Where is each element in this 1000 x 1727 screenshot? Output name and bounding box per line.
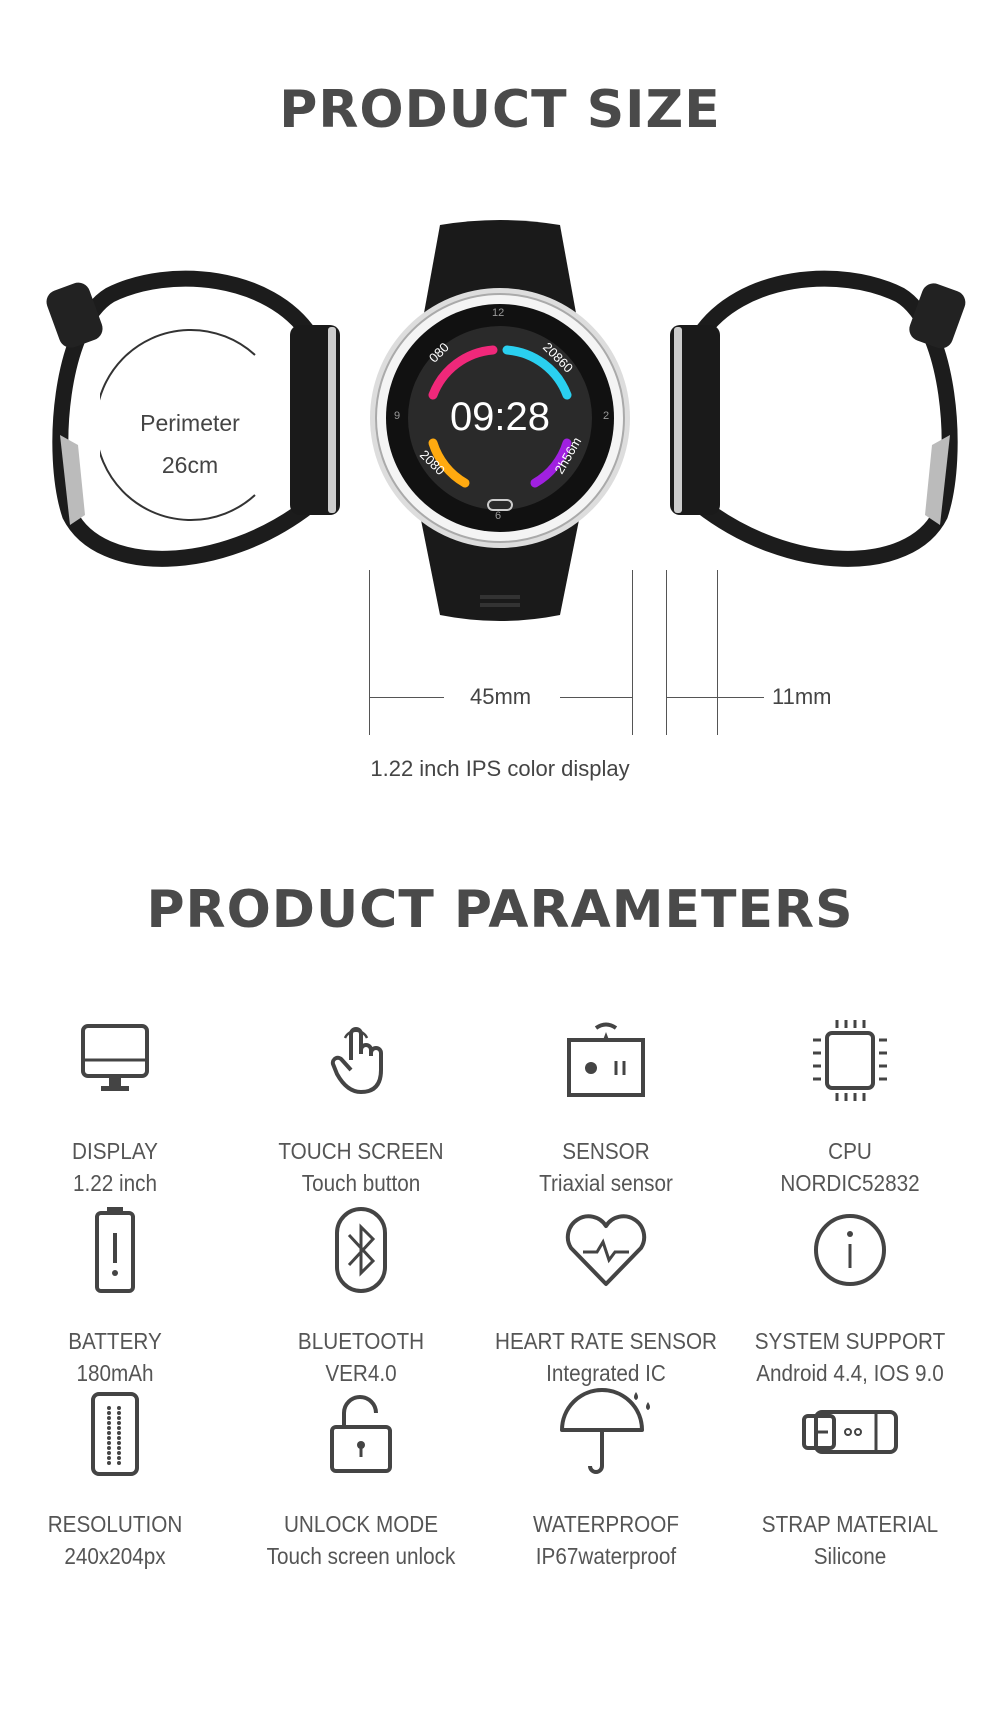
width-dimension: 45mm: [470, 684, 532, 709]
dial-9: 9: [394, 410, 401, 422]
param-display: DISPLAY 1.22 inch: [0, 1015, 240, 1199]
strap-buckle-icon: [725, 1388, 975, 1478]
sensor-icon: [481, 1015, 731, 1105]
param-label: WATERPROOF: [532, 1511, 680, 1537]
param-label: UNLOCK MODE: [283, 1511, 439, 1537]
param-label: HEART RATE SENSOR: [494, 1328, 717, 1354]
param-value: Touch screen unlock: [266, 1543, 456, 1569]
param-label: SENSOR: [562, 1138, 650, 1164]
watch-side-right-image: [670, 270, 966, 567]
param-label: DISPLAY: [72, 1138, 158, 1164]
dial-3: 2: [603, 410, 610, 422]
perimeter-value: 26cm: [161, 452, 219, 478]
param-system-support: SYSTEM SUPPORT Android 4.4, IOS 9.0: [725, 1205, 975, 1389]
param-label: BATTERY: [68, 1328, 162, 1354]
battery-icon: [0, 1205, 240, 1295]
cpu-chip-icon: [725, 1015, 975, 1105]
param-value: IP67waterproof: [535, 1543, 677, 1569]
param-label: STRAP MATERIAL: [761, 1511, 939, 1537]
param-heart-rate-sensor: HEART RATE SENSOR Integrated IC: [481, 1205, 731, 1389]
info-icon: [725, 1205, 975, 1295]
umbrella-icon: [481, 1387, 731, 1478]
param-value: Silicone: [813, 1543, 887, 1569]
param-unlock-mode: UNLOCK MODE Touch screen unlock: [236, 1388, 486, 1572]
param-sensor: SENSOR Triaxial sensor: [481, 1015, 731, 1199]
thickness-dimension: 11mm: [772, 684, 832, 709]
touch-hand-icon: [236, 1015, 486, 1105]
param-touch-screen: TOUCH SCREEN Touch button: [236, 1015, 486, 1199]
perimeter-label: Perimeter: [140, 410, 240, 436]
param-label: CPU: [828, 1138, 872, 1164]
param-label: BLUETOOTH: [297, 1328, 425, 1354]
param-value: VER4.0: [325, 1360, 397, 1386]
resolution-icon: [0, 1388, 240, 1478]
param-value: 1.22 inch: [72, 1170, 158, 1196]
param-value: Triaxial sensor: [539, 1170, 673, 1196]
param-strap-material: STRAP MATERIAL Silicone: [725, 1388, 975, 1572]
param-value: Touch button: [301, 1170, 421, 1196]
heart-rate-icon: [481, 1205, 731, 1295]
watch-time: 09:28: [449, 395, 551, 439]
param-bluetooth: BLUETOOTH VER4.0: [236, 1205, 486, 1389]
param-value: Android 4.4, IOS 9.0: [756, 1360, 944, 1386]
bluetooth-icon: [236, 1205, 486, 1295]
product-parameters-title: PRODUCT PARAMETERS: [146, 880, 854, 940]
param-battery: BATTERY 180mAh: [0, 1205, 240, 1389]
param-label: RESOLUTION: [47, 1511, 183, 1537]
unlock-icon: [236, 1388, 486, 1478]
param-label: TOUCH SCREEN: [278, 1138, 444, 1164]
param-value: Integrated IC: [546, 1360, 666, 1386]
param-resolution: RESOLUTION 240x204px: [0, 1388, 240, 1572]
param-value: 240x204px: [64, 1543, 166, 1569]
param-cpu: CPU NORDIC52832: [725, 1015, 975, 1199]
product-size-title: PRODUCT SIZE: [279, 80, 721, 140]
dial-6: 6: [495, 510, 502, 522]
param-value: 180mAh: [76, 1360, 154, 1386]
param-waterproof: WATERPROOF IP67waterproof: [481, 1387, 731, 1572]
display-note: 1.22 inch IPS color display: [370, 756, 630, 781]
dial-12: 12: [492, 307, 505, 319]
monitor-icon: [0, 1015, 240, 1105]
param-value: NORDIC52832: [780, 1170, 920, 1196]
param-label: SYSTEM SUPPORT: [754, 1328, 946, 1354]
